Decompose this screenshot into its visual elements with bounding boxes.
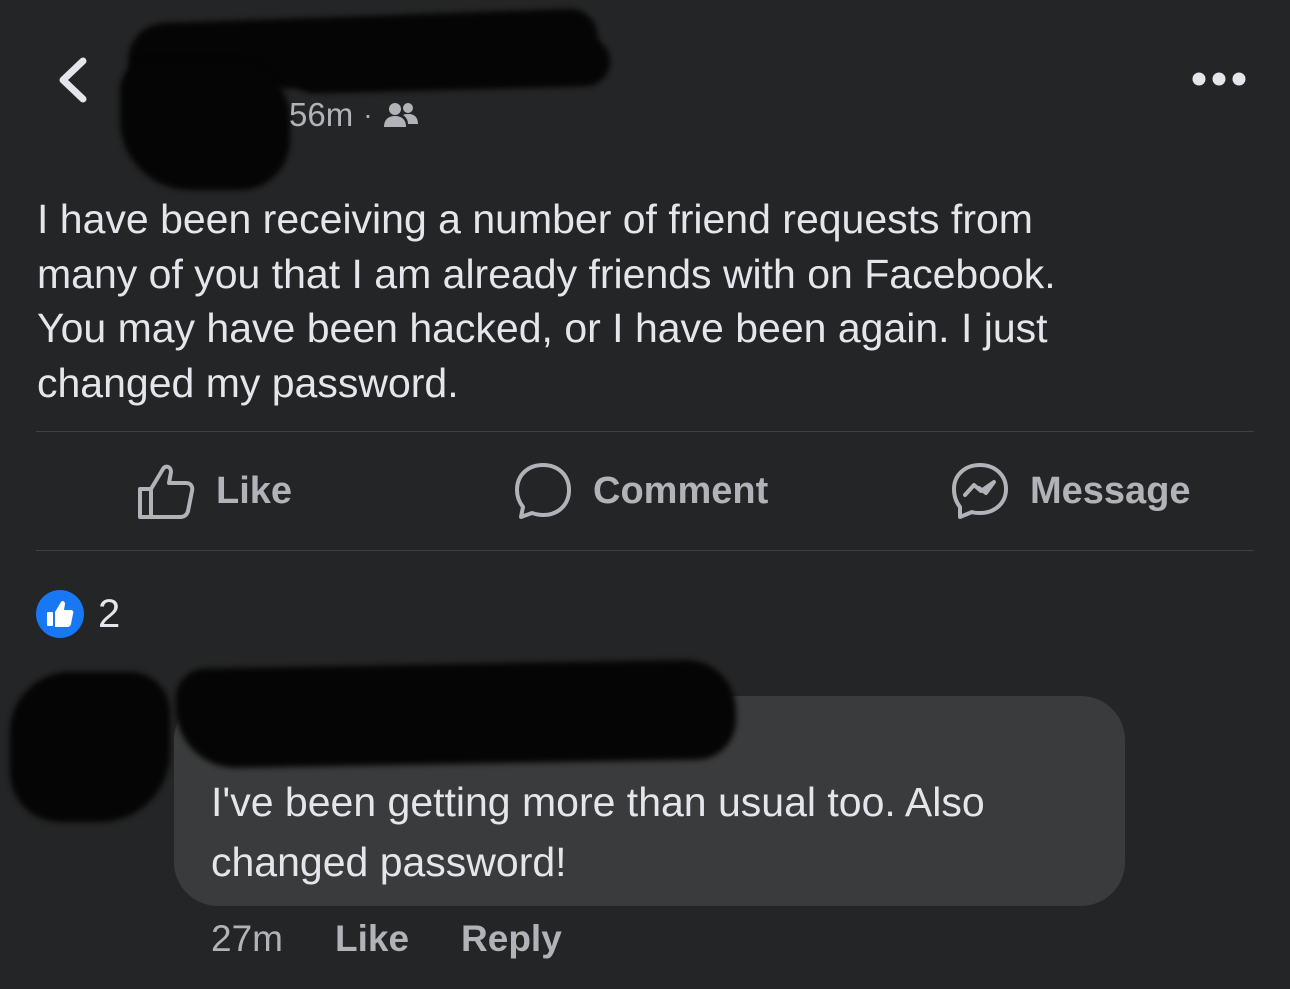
like-button[interactable]: Like [136, 458, 292, 524]
redacted-author-avatar [120, 60, 290, 190]
friends-icon [383, 103, 418, 127]
redacted-commenter-name [175, 659, 737, 769]
more-options-button[interactable] [1188, 62, 1250, 96]
more-dots-icon [1192, 72, 1246, 86]
post-timestamp[interactable]: 56m [289, 96, 353, 134]
meta-separator: · [363, 99, 373, 130]
comment-timestamp[interactable]: 27m [211, 918, 283, 960]
post-meta: 56m · [289, 96, 419, 134]
comment-actions: 27m Like Reply [211, 918, 562, 960]
comment-like-button[interactable]: Like [335, 918, 409, 960]
reaction-summary[interactable]: 2 [36, 590, 120, 638]
comment-reply-button[interactable]: Reply [461, 918, 562, 960]
comment-button[interactable]: Comment [513, 458, 768, 524]
redacted-commenter-avatar [10, 672, 170, 822]
thumbs-up-icon [138, 464, 195, 519]
redacted-author-name-overflow [289, 35, 611, 95]
message-label: Message [1030, 469, 1191, 512]
comment-bubble-icon [515, 463, 571, 519]
chevron-left-icon [59, 57, 87, 103]
messenger-icon [952, 463, 1008, 519]
post-text: I have been receiving a number of friend… [37, 196, 1056, 406]
like-reaction-icon [36, 590, 84, 638]
back-button[interactable] [44, 52, 100, 108]
message-button[interactable]: Message [950, 458, 1191, 524]
divider-top [36, 431, 1254, 432]
comment-text: I've been getting more than usual too. A… [211, 779, 985, 885]
like-label: Like [216, 469, 293, 512]
divider-bottom [36, 550, 1254, 551]
reaction-count: 2 [98, 591, 121, 636]
comment-label: Comment [593, 469, 769, 512]
